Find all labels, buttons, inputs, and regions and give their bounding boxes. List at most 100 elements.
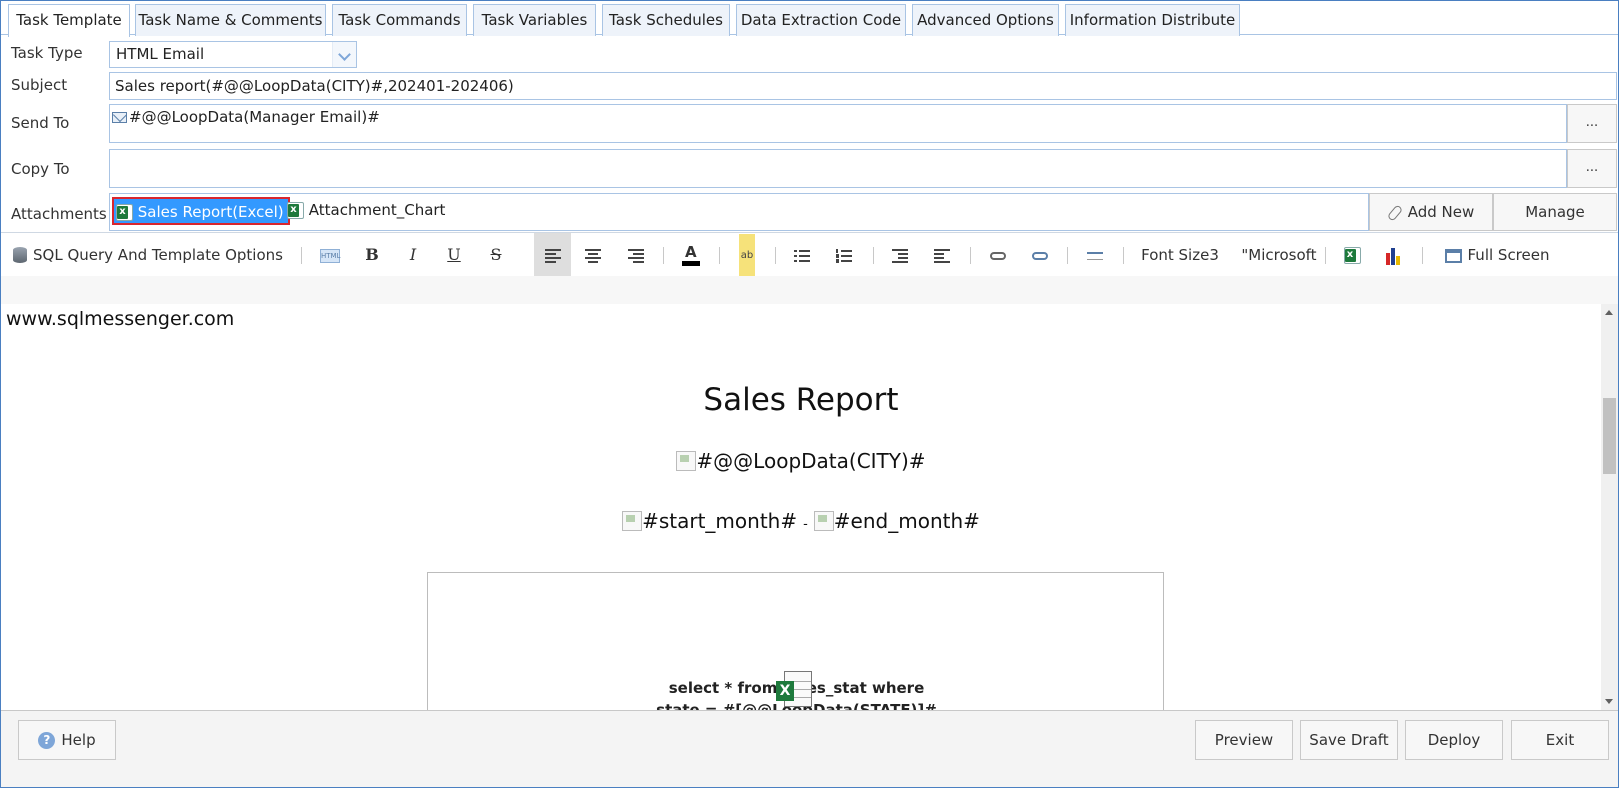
align-right-button[interactable]	[621, 233, 651, 277]
copy-to-label: Copy To	[11, 160, 70, 178]
align-center-icon	[585, 248, 601, 263]
bulleted-list-button[interactable]	[787, 233, 817, 277]
html-editor-area[interactable]: www.sqlmessenger.com Sales Report #@@Loo…	[1, 304, 1601, 710]
bold-button[interactable]: B	[357, 233, 387, 277]
highlight-button[interactable]: ab	[732, 233, 762, 278]
save-draft-button[interactable]: Save Draft	[1300, 720, 1398, 760]
tab-information-distribute[interactable]: Information Distribute	[1065, 4, 1240, 36]
indent-button[interactable]	[927, 233, 957, 277]
help-button[interactable]: ? Help	[18, 720, 116, 760]
task-type-select[interactable]: HTML Email	[109, 41, 357, 68]
tab-task-name-comments[interactable]: Task Name & Comments	[135, 4, 326, 36]
toolbar-separator	[301, 247, 302, 264]
insert-chart-button[interactable]	[1379, 233, 1409, 277]
excel-object-icon[interactable]: X	[776, 671, 812, 707]
scroll-down-icon[interactable]	[1605, 699, 1613, 704]
broken-image-icon	[813, 511, 834, 531]
scroll-up-icon[interactable]	[1605, 310, 1613, 315]
toolbar-separator	[1422, 247, 1423, 264]
html-source-button[interactable]: HTML	[315, 233, 345, 277]
footer-bar: ? Help Preview Save Draft Deploy Exit	[1, 710, 1618, 787]
month-range-line: #start_month# - #end_month#	[1, 509, 1601, 533]
tab-task-commands[interactable]: Task Commands	[332, 4, 467, 36]
numbered-list-icon	[836, 248, 852, 263]
preview-button[interactable]: Preview	[1195, 720, 1293, 760]
sql-template-options-label: SQL Query And Template Options	[33, 246, 283, 264]
attachment-name: Sales Report(Excel)	[137, 203, 284, 221]
align-left-button[interactable]	[534, 233, 571, 277]
manage-attachments-button[interactable]: Manage	[1493, 193, 1617, 231]
add-new-attachment-button[interactable]: Add New	[1369, 193, 1493, 231]
send-to-input[interactable]: #@@LoopData(Manager Email)#	[109, 104, 1567, 143]
font-size-dropdown[interactable]: Font Size3	[1135, 233, 1225, 277]
database-icon	[13, 247, 27, 263]
tab-task-schedules[interactable]: Task Schedules	[602, 4, 730, 36]
excel-icon	[1343, 247, 1361, 264]
sql-template-options-button[interactable]: SQL Query And Template Options	[13, 233, 288, 277]
email-icon	[112, 112, 127, 123]
align-right-icon	[628, 248, 644, 263]
font-name-dropdown[interactable]: "Microsoft	[1237, 233, 1321, 277]
underline-button[interactable]: U	[439, 233, 469, 277]
align-center-button[interactable]	[578, 233, 608, 277]
paperclip-icon	[1388, 205, 1402, 219]
start-month-placeholder: #start_month#	[642, 509, 798, 533]
font-color-button[interactable]: A	[676, 233, 706, 277]
font-color-letter: A	[685, 242, 697, 261]
html-icon: HTML	[320, 248, 340, 263]
task-editor-window: Task Template Task Name & Comments Task …	[0, 0, 1619, 788]
chevron-down-icon[interactable]	[332, 42, 356, 67]
excel-file-icon	[287, 202, 304, 219]
insert-link-button[interactable]	[983, 233, 1013, 277]
send-to-browse-button[interactable]: ...	[1567, 104, 1617, 143]
attachment-item[interactable]: Attachment_Chart	[285, 197, 449, 225]
tab-data-extraction-code[interactable]: Data Extraction Code	[736, 4, 906, 36]
editor-toolbar: SQL Query And Template Options HTML B I …	[1, 232, 1618, 278]
outdent-button[interactable]	[885, 233, 915, 277]
embedded-excel-table[interactable]: select * from sales_stat where state = #…	[427, 572, 1164, 710]
unlink-icon	[1032, 251, 1048, 260]
numbered-list-button[interactable]	[829, 233, 859, 277]
horizontal-rule-button[interactable]	[1080, 233, 1110, 277]
broken-image-icon	[622, 511, 643, 531]
site-link-text: www.sqlmessenger.com	[6, 308, 235, 330]
tab-advanced-options[interactable]: Advanced Options	[912, 4, 1059, 36]
full-screen-label: Full Screen	[1467, 246, 1550, 264]
insert-excel-button[interactable]	[1337, 233, 1367, 277]
tab-task-variables[interactable]: Task Variables	[473, 4, 596, 36]
exit-button[interactable]: Exit	[1511, 720, 1609, 760]
toolbar-separator	[663, 247, 664, 264]
strikethrough-button[interactable]: S	[481, 233, 511, 277]
font-color-icon: A	[682, 242, 700, 266]
toolbar-separator	[775, 247, 776, 264]
attachment-name: Attachment_Chart	[308, 201, 446, 219]
toolbar-separator	[970, 247, 971, 264]
deploy-button[interactable]: Deploy	[1405, 720, 1503, 760]
range-dash: -	[803, 517, 808, 532]
indent-icon	[934, 248, 950, 263]
tab-bar: Task Template Task Name & Comments Task …	[1, 1, 1618, 37]
help-label: Help	[61, 731, 96, 749]
send-to-label: Send To	[11, 114, 70, 132]
copy-to-input[interactable]	[109, 149, 1567, 188]
attachment-item[interactable]: Sales Report(Excel)	[112, 197, 290, 225]
remove-link-button[interactable]	[1025, 233, 1055, 277]
tab-task-template[interactable]: Task Template	[8, 4, 130, 37]
broken-image-icon	[676, 451, 697, 471]
link-icon	[990, 251, 1006, 260]
copy-to-browse-button[interactable]: ...	[1567, 149, 1617, 188]
full-screen-button[interactable]: Full Screen	[1441, 233, 1553, 277]
toolbar-separator	[1325, 247, 1326, 264]
city-placeholder: #@@LoopData(CITY)#	[696, 449, 926, 473]
align-left-icon	[544, 248, 561, 263]
outdent-icon	[892, 248, 908, 263]
toolbar-separator	[719, 247, 720, 264]
toolbar-separator	[1067, 247, 1068, 264]
attachments-label: Attachments	[11, 205, 107, 223]
italic-button[interactable]: I	[398, 233, 428, 277]
scrollbar-thumb[interactable]	[1603, 398, 1616, 474]
editor-scrollbar[interactable]	[1601, 304, 1618, 710]
subject-input[interactable]: Sales report(#@@LoopData(CITY)#,202401-2…	[109, 72, 1617, 100]
toolbar-separator	[873, 247, 874, 264]
subject-label: Subject	[11, 76, 68, 94]
